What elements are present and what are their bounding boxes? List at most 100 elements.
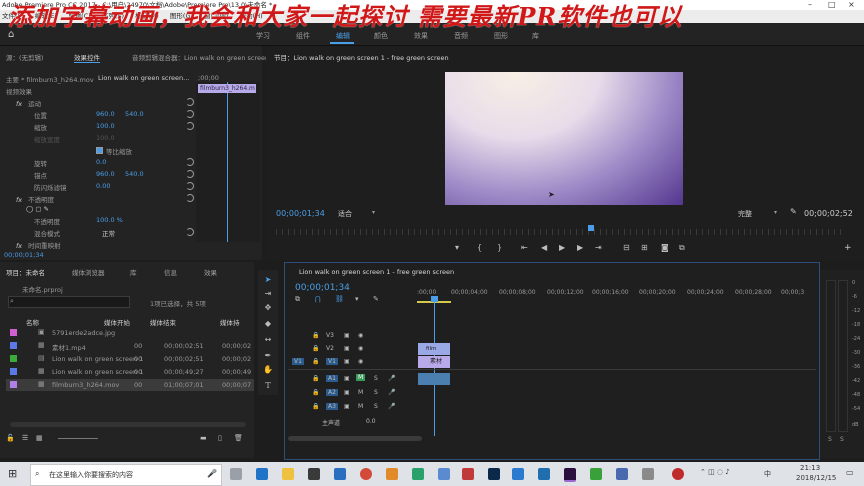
- list-item[interactable]: ▤ Lion walk on green screen 1 00 00;00;0…: [6, 353, 254, 365]
- notification-icon[interactable]: ▭: [846, 468, 854, 477]
- reset-scale-icon[interactable]: [186, 122, 194, 130]
- tray-icons[interactable]: ⌃ ◫ ◌ ♪: [700, 468, 730, 476]
- fx-opacity-label[interactable]: fx 不透明度: [16, 194, 54, 204]
- export-frame-icon[interactable]: ◙: [661, 243, 669, 252]
- lock-icon[interactable]: 🔓: [6, 434, 15, 442]
- meter-solo-right[interactable]: S: [840, 436, 844, 443]
- app-icon[interactable]: [512, 468, 524, 480]
- mute-button[interactable]: M: [358, 389, 363, 396]
- rotation-value[interactable]: 0.0: [96, 158, 106, 166]
- reset-antiflicker-icon[interactable]: [186, 182, 194, 190]
- program-video-frame[interactable]: [445, 72, 683, 205]
- app-icon[interactable]: [462, 468, 474, 480]
- list-item[interactable]: ▣ 5791erde2adce.jpg: [6, 327, 254, 339]
- track-eye-icon[interactable]: ◉: [358, 345, 363, 352]
- track-eye-icon[interactable]: ◉: [358, 332, 363, 339]
- position-y-value[interactable]: 540.0: [125, 110, 144, 118]
- uniform-scale-checkbox[interactable]: 等比缩放: [96, 146, 132, 156]
- new-item-icon[interactable]: ▯: [218, 434, 222, 442]
- tab-info[interactable]: 信息: [164, 267, 177, 277]
- track-lock-icon[interactable]: 🔒: [312, 375, 319, 382]
- task-view-icon[interactable]: [230, 468, 242, 480]
- app-icon[interactable]: [590, 468, 602, 480]
- workspace-audio[interactable]: 音频: [454, 31, 468, 41]
- app-icon[interactable]: [672, 468, 684, 480]
- icon-view-icon[interactable]: ▦: [36, 434, 43, 442]
- go-to-out-icon[interactable]: ⇥: [595, 243, 602, 252]
- track-sync-icon[interactable]: ▣: [344, 345, 350, 352]
- new-bin-icon[interactable]: ▬: [200, 434, 207, 442]
- mask-tools[interactable]: ◯ ▢ ✎: [26, 205, 49, 213]
- selection-tool-icon[interactable]: ➤: [262, 274, 274, 285]
- scale-value[interactable]: 100.0: [96, 122, 115, 130]
- timeline-current-timecode[interactable]: 00;00;01;34: [295, 283, 350, 293]
- reset-anchor-icon[interactable]: [186, 170, 194, 178]
- program-current-timecode[interactable]: 00;00;01;34: [276, 209, 325, 218]
- track-header-a2[interactable]: 🔒 A2 ▣ M S 🎤: [288, 387, 412, 400]
- microphone-icon[interactable]: 🎤: [207, 469, 217, 478]
- step-back-icon[interactable]: ◀: [541, 243, 547, 252]
- windows-start-icon[interactable]: ⊞: [8, 467, 17, 480]
- time-remap-label[interactable]: fx 时间重映射: [16, 240, 61, 250]
- track-header-master[interactable]: 主声道 0.0: [288, 416, 412, 429]
- zoom-slider[interactable]: [58, 438, 98, 439]
- app-icon[interactable]: [642, 468, 654, 480]
- track-sync-icon[interactable]: ▣: [344, 375, 350, 382]
- position-x-value[interactable]: 960.0: [96, 110, 115, 118]
- track-header-v1[interactable]: V1 🔒 V1 ▣ ◉: [288, 356, 412, 369]
- track-sync-icon[interactable]: ▣: [344, 332, 350, 339]
- track-lock-icon[interactable]: 🔒: [312, 332, 319, 339]
- tab-media-browser[interactable]: 媒体浏览器: [72, 267, 105, 277]
- microphone-icon[interactable]: 🎤: [388, 375, 395, 382]
- effect-clip-chip[interactable]: filmburn3_h264.m: [198, 84, 256, 93]
- file-explorer-icon[interactable]: [282, 468, 294, 480]
- mail-icon[interactable]: [334, 468, 346, 480]
- add-marker-icon[interactable]: ▾: [355, 295, 359, 303]
- opacity-value[interactable]: 100.0 %: [96, 216, 123, 224]
- anchor-y-value[interactable]: 540.0: [125, 170, 144, 178]
- list-item[interactable]: ▦ Lion walk on green screen 1 00 00;00;4…: [6, 366, 254, 378]
- solo-button[interactable]: S: [374, 389, 378, 396]
- anchor-x-value[interactable]: 960.0: [96, 170, 115, 178]
- track-eye-icon[interactable]: ◉: [358, 358, 363, 365]
- list-view-icon[interactable]: ☰: [22, 434, 28, 442]
- list-item-selected[interactable]: ▦ filmburn3_h264.mov 00 01;00;07;01 00;0…: [6, 379, 254, 391]
- track-lock-icon[interactable]: 🔒: [312, 403, 319, 410]
- tab-project[interactable]: 项目：未命名: [6, 267, 45, 277]
- app-icon[interactable]: [386, 468, 398, 480]
- solo-button[interactable]: S: [374, 375, 378, 382]
- step-forward-icon[interactable]: ▶: [577, 243, 583, 252]
- input-language[interactable]: 中: [764, 469, 771, 479]
- reset-rotation-icon[interactable]: [186, 158, 194, 166]
- timeline-playhead-handle[interactable]: [431, 296, 438, 302]
- workspace-editing[interactable]: 编辑: [336, 31, 350, 41]
- meter-solo-left[interactable]: S: [828, 436, 832, 443]
- track-lock-icon[interactable]: 🔒: [312, 389, 319, 396]
- workspace-graphics[interactable]: 图形: [494, 31, 508, 41]
- store-icon[interactable]: [308, 468, 320, 480]
- effect-playhead[interactable]: [227, 82, 228, 242]
- tab-effects[interactable]: 效果: [204, 267, 217, 277]
- track-header-a3[interactable]: 🔒 A3 ▣ M S 🎤: [288, 401, 412, 414]
- app-icon[interactable]: [438, 468, 450, 480]
- extract-icon[interactable]: ⊞: [641, 243, 648, 252]
- slip-tool-icon[interactable]: ↔: [262, 334, 274, 345]
- reset-blend-icon[interactable]: [186, 228, 194, 236]
- reset-motion-icon[interactable]: [186, 98, 194, 106]
- app-icon[interactable]: [538, 468, 550, 480]
- blend-mode-select[interactable]: 正常: [102, 228, 115, 238]
- microphone-icon[interactable]: 🎤: [388, 403, 395, 410]
- project-horizontal-scrollbar[interactable]: [10, 422, 246, 427]
- workspace-color[interactable]: 颜色: [374, 31, 388, 41]
- list-item[interactable]: ▦ 素材1.mp4 00 00;00;02;51 00;00;02: [6, 340, 254, 352]
- reset-opacity-icon[interactable]: [186, 194, 194, 202]
- type-tool-icon[interactable]: T: [262, 380, 274, 391]
- settings-wrench-icon[interactable]: ✎: [373, 295, 379, 303]
- master-volume-value[interactable]: 0.0: [366, 418, 376, 425]
- lift-icon[interactable]: ⊟: [623, 243, 630, 252]
- timeline-ruler[interactable]: :00;00 00;00;04;00 00;00;08;00 00;00;12;…: [417, 285, 804, 305]
- clip-v2-film[interactable]: film: [418, 343, 450, 355]
- workspace-effects[interactable]: 效果: [414, 31, 428, 41]
- track-header-v3[interactable]: 🔒 V3 ▣ ◉: [288, 330, 412, 343]
- mark-in-icon[interactable]: {: [477, 243, 482, 252]
